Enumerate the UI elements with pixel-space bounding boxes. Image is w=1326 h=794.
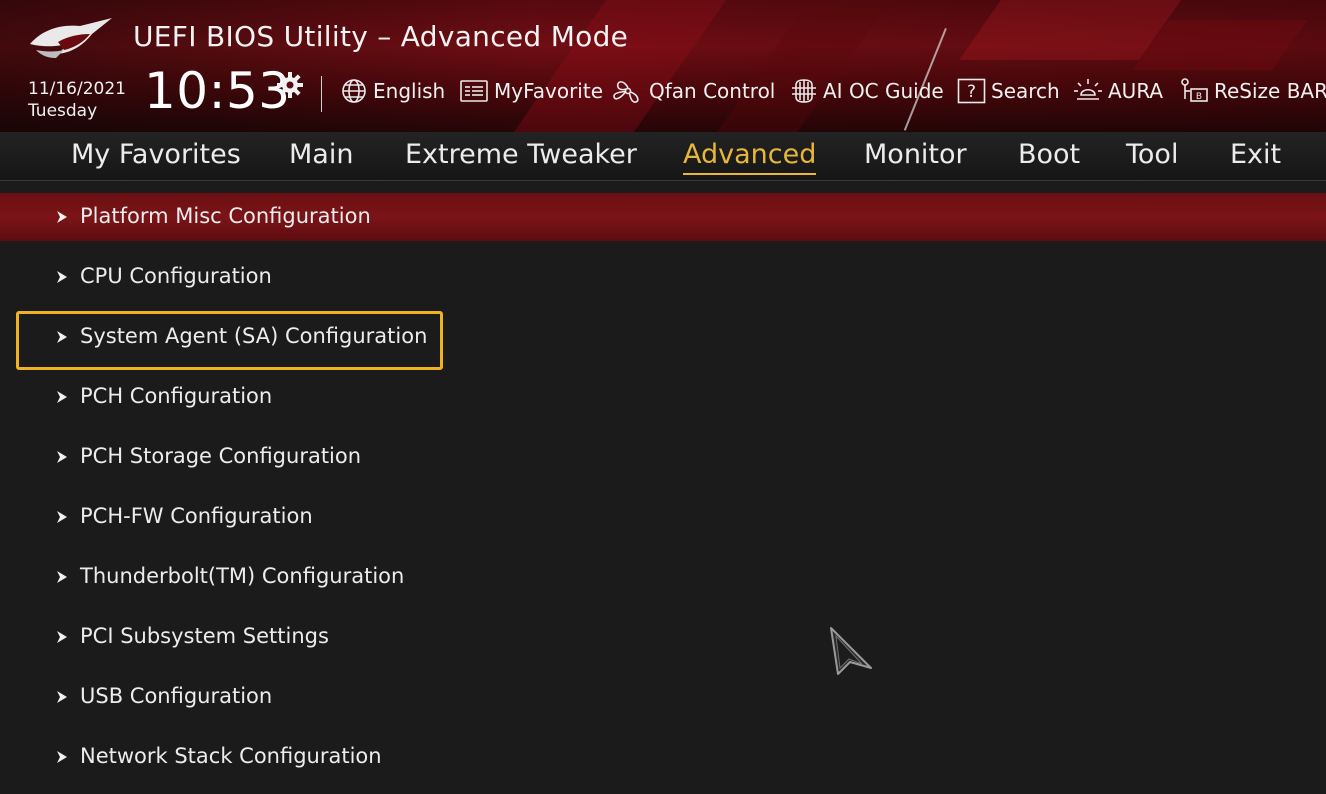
qfan-control-label: Qfan Control	[649, 79, 776, 103]
tab-boot[interactable]: Boot	[1018, 137, 1080, 175]
mouse-cursor-icon	[830, 627, 872, 675]
fan-icon	[613, 81, 639, 103]
menu-item-label: PCH Storage Configuration	[80, 444, 362, 468]
menu-item-label: USB Configuration	[80, 684, 273, 708]
ai-oc-guide-label: AI OC Guide	[823, 79, 944, 103]
help-search-icon: ?	[957, 78, 986, 104]
submenu-arrow-icon	[57, 451, 67, 463]
menu-item-label: PCH Configuration	[80, 384, 273, 408]
language-button[interactable]: English	[340, 77, 445, 105]
rog-logo-icon	[30, 18, 112, 58]
weekday-text: Tuesday	[28, 101, 98, 121]
tab-exit[interactable]: Exit	[1230, 137, 1281, 175]
menu-item-label: Network Stack Configuration	[80, 744, 382, 768]
menu-item-label: PCI Subsystem Settings	[80, 624, 329, 648]
header-bar: UEFI BIOS Utility – Advanced Mode 11/16/…	[0, 0, 1326, 132]
aura-button[interactable]: AURA	[1073, 77, 1163, 105]
submenu-arrow-icon	[57, 511, 67, 523]
date-text: 11/16/2021	[28, 79, 126, 99]
menu-item-platform-misc[interactable]: Platform Misc Configuration	[0, 193, 1326, 241]
header-decoration	[717, 10, 883, 132]
menu-item-label: Thunderbolt(TM) Configuration	[80, 564, 405, 588]
myfavorite-button[interactable]: MyFavorite	[459, 77, 603, 105]
svg-text:B: B	[1196, 92, 1202, 102]
submenu-arrow-icon	[57, 751, 67, 763]
resize-bar-label: ReSize BAR	[1214, 79, 1326, 103]
tab-advanced[interactable]: Advanced	[683, 137, 817, 175]
submenu-arrow-icon	[57, 211, 67, 223]
tab-extreme-tweaker[interactable]: Extreme Tweaker	[405, 137, 637, 175]
tab-bar: My Favorites Main Extreme Tweaker Advanc…	[0, 132, 1326, 180]
qfan-control-button[interactable]: Qfan Control	[612, 77, 775, 105]
menu-item-usb-configuration[interactable]: USB Configuration	[0, 673, 1326, 721]
myfavorite-label: MyFavorite	[494, 79, 604, 103]
search-label: Search	[991, 79, 1060, 103]
resize-bar-icon: B	[1181, 78, 1208, 102]
clock-settings-gear-icon[interactable]	[275, 70, 305, 100]
tab-monitor[interactable]: Monitor	[864, 137, 967, 175]
menu-item-label: CPU Configuration	[80, 264, 272, 288]
submenu-arrow-icon	[57, 691, 67, 703]
menu-item-label: PCH-FW Configuration	[80, 504, 313, 528]
menu-item-system-agent[interactable]: System Agent (SA) Configuration	[0, 313, 1326, 361]
menu-item-pch-storage[interactable]: PCH Storage Configuration	[0, 433, 1326, 481]
language-label: English	[373, 79, 446, 103]
menu-item-label: Platform Misc Configuration	[80, 204, 371, 228]
app-title: UEFI BIOS Utility – Advanced Mode	[133, 20, 629, 53]
svg-text:?: ?	[967, 82, 976, 102]
tab-tool[interactable]: Tool	[1126, 137, 1178, 175]
aura-light-icon	[1074, 79, 1102, 100]
tab-main[interactable]: Main	[289, 137, 353, 175]
menu-item-network-stack[interactable]: Network Stack Configuration	[0, 733, 1326, 781]
submenu-arrow-icon	[57, 631, 67, 643]
ai-chip-icon	[792, 79, 816, 103]
submenu-arrow-icon	[57, 571, 67, 583]
advanced-menu-list: Platform Misc Configuration CPU Configur…	[0, 181, 1326, 794]
tab-my-favorites[interactable]: My Favorites	[71, 137, 241, 175]
clock-time: 10:53	[144, 62, 291, 120]
menu-item-pci-subsystem[interactable]: PCI Subsystem Settings	[0, 613, 1326, 661]
favorite-list-icon	[460, 80, 488, 102]
header-divider	[321, 76, 322, 112]
submenu-arrow-icon	[57, 331, 67, 343]
ai-oc-guide-button[interactable]: AI OC Guide	[790, 77, 944, 105]
menu-item-pch-fw[interactable]: PCH-FW Configuration	[0, 493, 1326, 541]
globe-icon	[342, 79, 366, 103]
submenu-arrow-icon	[57, 391, 67, 403]
submenu-arrow-icon	[57, 271, 67, 283]
menu-item-label: System Agent (SA) Configuration	[80, 324, 428, 348]
aura-label: AURA	[1108, 79, 1164, 103]
menu-item-thunderbolt[interactable]: Thunderbolt(TM) Configuration	[0, 553, 1326, 601]
resize-bar-button[interactable]: B ReSize BAR	[1179, 77, 1326, 105]
menu-item-pch-configuration[interactable]: PCH Configuration	[0, 373, 1326, 421]
search-button[interactable]: ? Search	[957, 77, 1060, 105]
menu-item-cpu-configuration[interactable]: CPU Configuration	[0, 253, 1326, 301]
